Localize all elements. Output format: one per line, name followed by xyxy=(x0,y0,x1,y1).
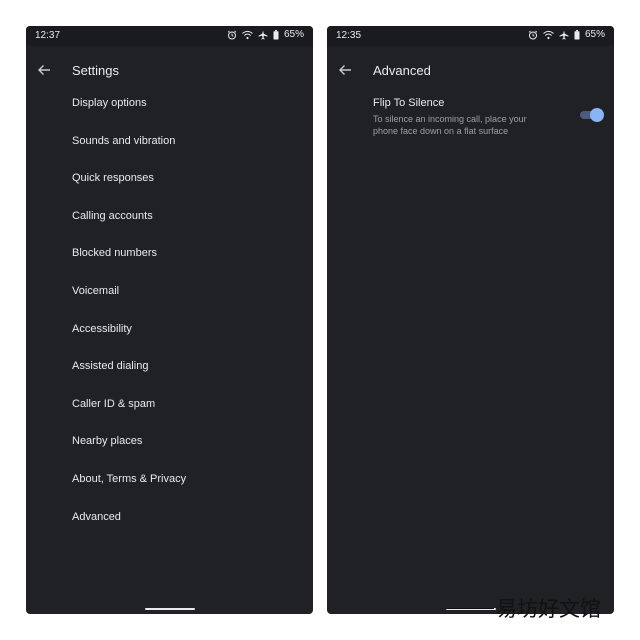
back-arrow-icon[interactable] xyxy=(335,60,355,80)
battery-icon xyxy=(273,29,279,39)
watermark: 易坊好文馆 xyxy=(446,594,601,622)
watermark-text: 易坊好文馆 xyxy=(496,597,601,621)
battery-percent: 65% xyxy=(584,29,605,40)
menu-item-voicemail[interactable]: Voicemail xyxy=(26,273,313,311)
menu-item-accessibility[interactable]: Accessibility xyxy=(26,311,313,349)
battery-percent: 65% xyxy=(283,29,304,40)
menu-item-quick-responses[interactable]: Quick responses xyxy=(26,160,313,198)
status-icons: 65% xyxy=(227,29,304,40)
page-title: Settings xyxy=(72,63,119,78)
watermark-dash xyxy=(446,607,494,609)
battery-icon xyxy=(574,29,580,39)
gesture-bar[interactable] xyxy=(144,608,195,610)
menu-item-about-terms-privacy[interactable]: About, Terms & Privacy xyxy=(26,461,313,499)
toggle-thumb xyxy=(590,108,604,122)
wifi-icon xyxy=(242,30,253,39)
alarm-icon xyxy=(227,30,237,39)
status-icons: 65% xyxy=(528,29,605,40)
status-time: 12:35 xyxy=(336,30,362,41)
setting-description: To silence an incoming call, place your … xyxy=(373,114,527,136)
menu-item-display-options[interactable]: Display options xyxy=(26,85,313,123)
flip-to-silence-toggle[interactable] xyxy=(580,108,604,122)
settings-menu: Display options Sounds and vibration Qui… xyxy=(26,85,313,536)
page-title: Advanced xyxy=(373,63,431,78)
alarm-icon xyxy=(528,30,538,39)
airplane-icon xyxy=(559,30,569,39)
status-bar: 12:37 65% xyxy=(26,26,313,46)
settings-screen: 12:37 65% Settings Display options Sound… xyxy=(26,26,313,614)
status-bar: 12:35 65% xyxy=(327,26,614,46)
back-arrow-icon[interactable] xyxy=(34,60,54,80)
app-bar: Advanced xyxy=(327,46,614,94)
menu-item-assisted-dialing[interactable]: Assisted dialing xyxy=(26,348,313,386)
airplane-icon xyxy=(258,30,268,39)
wifi-icon xyxy=(543,30,554,39)
menu-item-advanced[interactable]: Advanced xyxy=(26,499,313,537)
flip-to-silence-setting[interactable]: Flip To Silence To silence an incoming c… xyxy=(373,96,604,142)
menu-item-sounds-and-vibration[interactable]: Sounds and vibration xyxy=(26,123,313,161)
menu-item-calling-accounts[interactable]: Calling accounts xyxy=(26,198,313,236)
menu-item-nearby-places[interactable]: Nearby places xyxy=(26,423,313,461)
status-time: 12:37 xyxy=(35,30,61,41)
menu-item-blocked-numbers[interactable]: Blocked numbers xyxy=(26,235,313,273)
setting-title: Flip To Silence xyxy=(373,97,445,109)
advanced-screen: 12:35 65% Advanced Flip To Silence To si… xyxy=(327,26,614,614)
menu-item-caller-id-spam[interactable]: Caller ID & spam xyxy=(26,386,313,424)
